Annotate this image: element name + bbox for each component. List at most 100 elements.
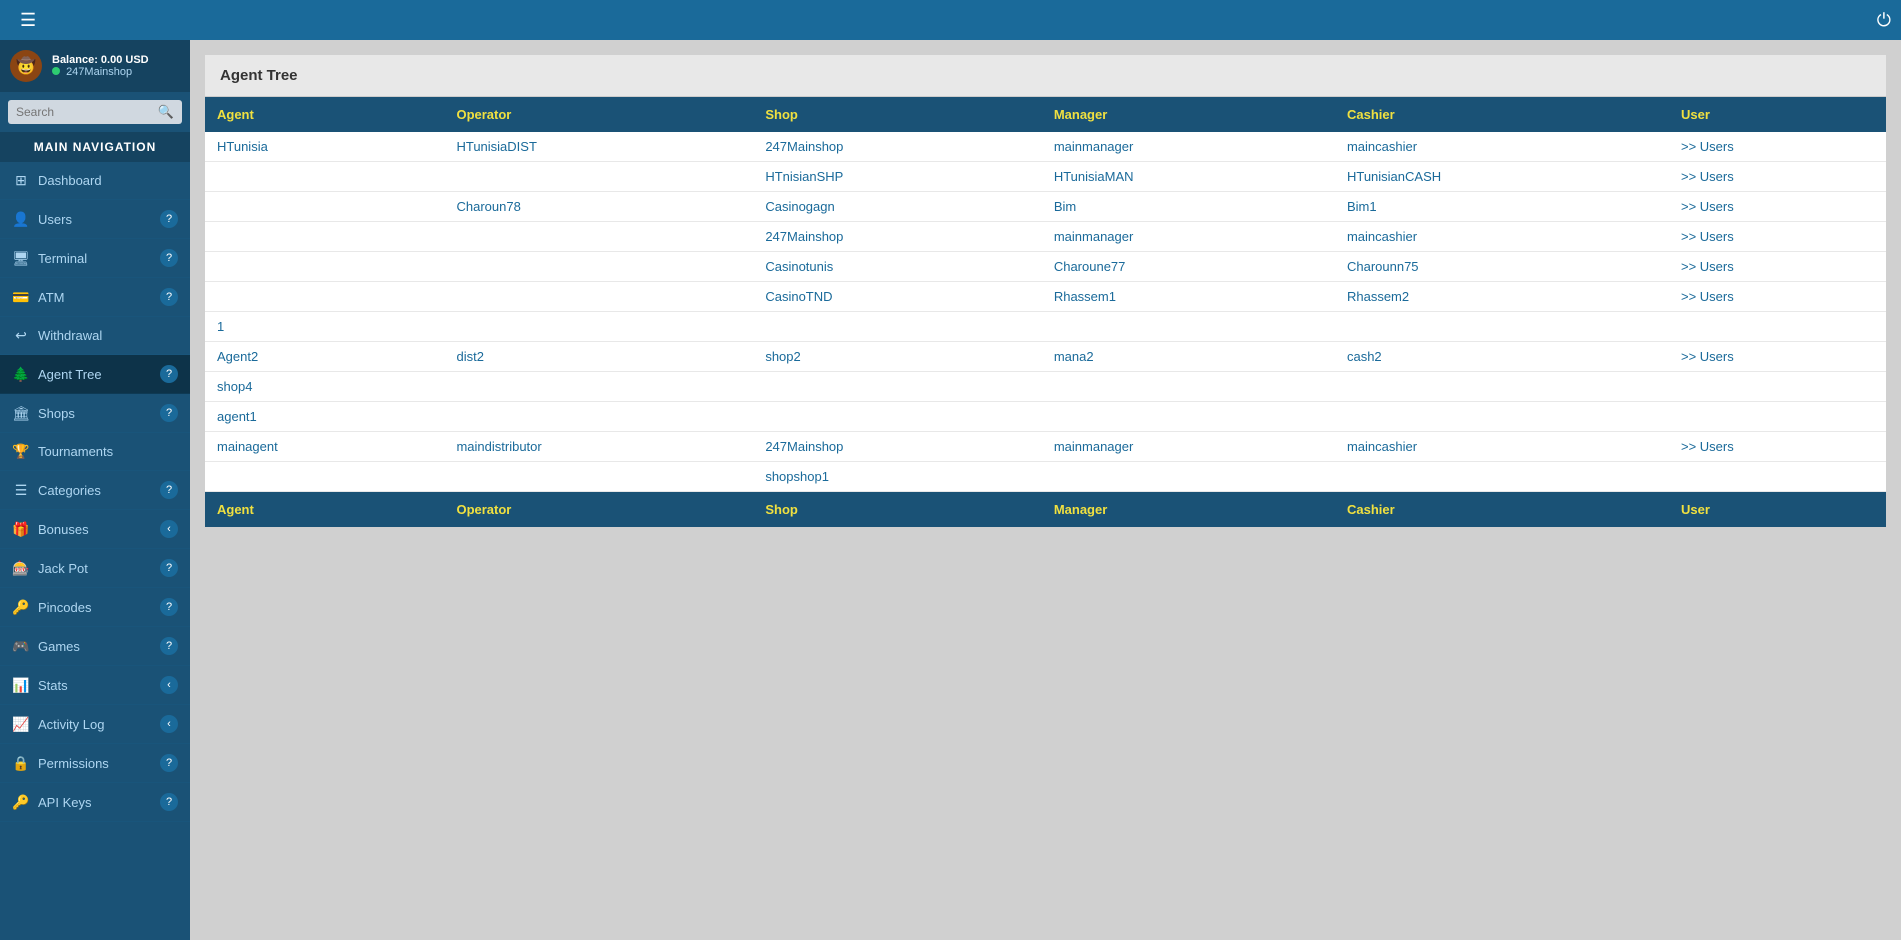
nav-title: MAIN NAVIGATION — [0, 132, 190, 162]
badge-api-keys[interactable]: ? — [160, 793, 178, 811]
cell-agent: mainagent — [205, 432, 444, 462]
badge-shops[interactable]: ? — [160, 404, 178, 422]
sidebar-item-dashboard[interactable]: ⊞Dashboard — [0, 162, 190, 200]
badge-categories[interactable]: ? — [160, 481, 178, 499]
cell-user[interactable]: >> Users — [1669, 192, 1886, 222]
sidebar-label-api-keys: API Keys — [38, 795, 160, 810]
sidebar-item-stats[interactable]: 📊Stats‹ — [0, 666, 190, 705]
cell-shop: shopshop1 — [753, 462, 1042, 492]
cell-user[interactable]: >> Users — [1669, 252, 1886, 282]
badge-games[interactable]: ? — [160, 637, 178, 655]
cell-shop: Casinogagn — [753, 192, 1042, 222]
badge-jackpot[interactable]: ? — [160, 559, 178, 577]
sidebar-item-terminal[interactable]: 🖥Terminal? — [0, 239, 190, 278]
sidebar-brand: 🤠 Balance: 0.00 USD 247Mainshop — [0, 40, 190, 92]
sidebar-item-shops[interactable]: 🏛Shops? — [0, 394, 190, 433]
sidebar-item-tournaments[interactable]: 🏆Tournaments — [0, 433, 190, 471]
users-link[interactable]: >> Users — [1681, 289, 1734, 304]
cell-agent — [205, 192, 444, 222]
sidebar-label-stats: Stats — [38, 678, 160, 693]
badge-bonuses[interactable]: ‹ — [160, 520, 178, 538]
cell-user — [1669, 402, 1886, 432]
sidebar-label-agent-tree: Agent Tree — [38, 367, 160, 382]
cell-user[interactable]: >> Users — [1669, 222, 1886, 252]
sidebar-label-bonuses: Bonuses — [38, 522, 160, 537]
cell-user[interactable]: >> Users — [1669, 132, 1886, 162]
users-link[interactable]: >> Users — [1681, 349, 1734, 364]
cell-user[interactable]: >> Users — [1669, 282, 1886, 312]
users-link[interactable]: >> Users — [1681, 439, 1734, 454]
table-header: AgentOperatorShopManagerCashierUser — [205, 97, 1886, 132]
cell-cashier: HTunisianCASH — [1335, 162, 1669, 192]
cell-user[interactable]: >> Users — [1669, 162, 1886, 192]
cell-manager: mainmanager — [1042, 132, 1335, 162]
sidebar-label-permissions: Permissions — [38, 756, 160, 771]
cell-operator — [444, 372, 753, 402]
users-link[interactable]: >> Users — [1681, 139, 1734, 154]
shops-icon: 🏛 — [12, 405, 30, 422]
table-row: 247Mainshopmainmanagermaincashier>> User… — [205, 222, 1886, 252]
sidebar-item-permissions[interactable]: 🔒 Permissions? — [0, 744, 190, 783]
badge-permissions[interactable]: ? — [160, 754, 178, 772]
cell-manager — [1042, 402, 1335, 432]
sidebar-item-agent-tree[interactable]: 🌲 Agent Tree? — [0, 355, 190, 394]
avatar: 🤠 — [10, 50, 42, 82]
col-header-agent: Agent — [205, 97, 444, 132]
cell-agent: Agent2 — [205, 342, 444, 372]
cell-agent — [205, 282, 444, 312]
atm-icon: 💳 — [12, 289, 30, 306]
cell-manager: mana2 — [1042, 342, 1335, 372]
badge-pincodes[interactable]: ? — [160, 598, 178, 616]
sidebar-item-api-keys[interactable]: 🔑API Keys? — [0, 783, 190, 822]
users-link[interactable]: >> Users — [1681, 199, 1734, 214]
cell-agent: agent1 — [205, 402, 444, 432]
col-footer-manager: Manager — [1042, 492, 1335, 528]
cell-manager: Charoune77 — [1042, 252, 1335, 282]
search-input[interactable] — [8, 100, 182, 124]
users-link[interactable]: >> Users — [1681, 259, 1734, 274]
cell-agent — [205, 162, 444, 192]
sidebar-item-withdrawal[interactable]: ↩Withdrawal — [0, 317, 190, 355]
cell-agent — [205, 222, 444, 252]
sidebar-item-jackpot[interactable]: 🎰Jack Pot? — [0, 549, 190, 588]
badge-terminal[interactable]: ? — [160, 249, 178, 267]
badge-agent-tree[interactable]: ? — [160, 365, 178, 383]
col-header-user: User — [1669, 97, 1886, 132]
table-row: CasinotunisCharoune77Charounn75>> Users — [205, 252, 1886, 282]
sidebar-item-categories[interactable]: ☰Categories? — [0, 471, 190, 510]
sidebar-item-atm[interactable]: 💳ATM? — [0, 278, 190, 317]
table-row: HTunisiaHTunisiaDIST247Mainshopmainmanag… — [205, 132, 1886, 162]
cell-cashier: Rhassem2 — [1335, 282, 1669, 312]
users-link[interactable]: >> Users — [1681, 229, 1734, 244]
cell-user[interactable]: >> Users — [1669, 342, 1886, 372]
table-row: Agent2dist2shop2mana2cash2>> Users — [205, 342, 1886, 372]
col-footer-agent: Agent — [205, 492, 444, 528]
sidebar-label-jackpot: Jack Pot — [38, 561, 160, 576]
col-footer-cashier: Cashier — [1335, 492, 1669, 528]
sidebar-item-activity-log[interactable]: 📈Activity Log‹ — [0, 705, 190, 744]
sidebar-label-withdrawal: Withdrawal — [38, 328, 178, 343]
table-footer: AgentOperatorShopManagerCashierUser — [205, 492, 1886, 528]
sidebar-item-games[interactable]: 🎮Games? — [0, 627, 190, 666]
users-link[interactable]: >> Users — [1681, 169, 1734, 184]
permissions-icon: 🔒 — [12, 755, 30, 772]
badge-users[interactable]: ? — [160, 210, 178, 228]
categories-icon: ☰ — [12, 482, 30, 499]
sidebar-item-bonuses[interactable]: 🎁 Bonuses‹ — [0, 510, 190, 549]
cell-operator — [444, 402, 753, 432]
agent-tree-icon: 🌲 — [12, 366, 30, 383]
search-icon: 🔍 — [158, 104, 174, 120]
bonuses-icon: 🎁 — [12, 521, 30, 538]
power-icon[interactable]: ⏻ — [1877, 10, 1891, 31]
badge-atm[interactable]: ? — [160, 288, 178, 306]
badge-stats[interactable]: ‹ — [160, 676, 178, 694]
sidebar-item-pincodes[interactable]: 🔑Pincodes? — [0, 588, 190, 627]
col-header-manager: Manager — [1042, 97, 1335, 132]
col-header-cashier: Cashier — [1335, 97, 1669, 132]
hamburger-icon[interactable]: ☰ — [10, 10, 46, 31]
cell-manager: Rhassem1 — [1042, 282, 1335, 312]
badge-activity-log[interactable]: ‹ — [160, 715, 178, 733]
sidebar-item-users[interactable]: 👤Users? — [0, 200, 190, 239]
cell-shop: 247Mainshop — [753, 132, 1042, 162]
cell-user[interactable]: >> Users — [1669, 432, 1886, 462]
